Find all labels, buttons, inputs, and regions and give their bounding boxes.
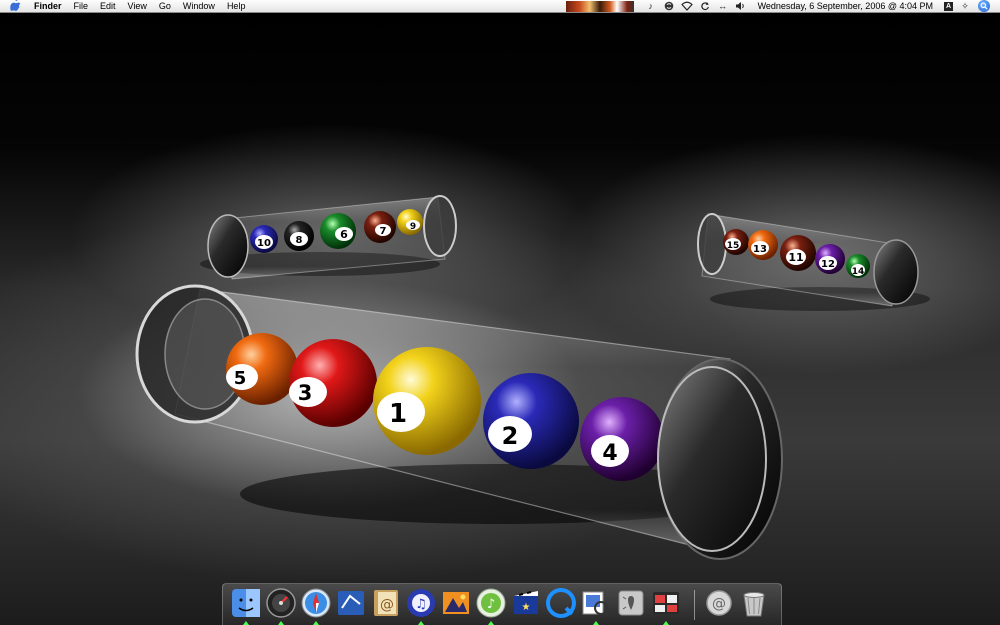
address-book-icon[interactable]: @: [371, 588, 401, 618]
ball-number: 4: [602, 441, 617, 466]
wallpaper-billiard-tubes: 10 8 6 7 9 15 13 11 12 14 5 3 1 2 4: [135, 195, 930, 560]
svg-text:@: @: [380, 597, 394, 613]
ball-number: 10: [257, 238, 271, 249]
ball-number: 8: [296, 235, 303, 246]
ball-number: 12: [821, 259, 835, 270]
sync-icon[interactable]: [699, 1, 711, 12]
menu-view[interactable]: View: [122, 0, 153, 13]
imovie-icon[interactable]: ★: [511, 588, 541, 618]
menu-clock[interactable]: Wednesday, 6 September, 2006 @ 4:04 PM: [750, 1, 941, 11]
preview-icon[interactable]: [581, 588, 611, 618]
dashboard-icon[interactable]: [266, 588, 296, 618]
svg-text:♫: ♫: [415, 597, 427, 612]
safari-icon[interactable]: [301, 588, 331, 618]
wifi-icon[interactable]: [680, 1, 693, 12]
iphoto-icon[interactable]: [441, 588, 471, 618]
network-arrows-icon[interactable]: ↔: [717, 1, 729, 12]
ball-number: 13: [753, 244, 767, 255]
menu-edit[interactable]: Edit: [94, 0, 122, 13]
menu-finder[interactable]: Finder: [30, 0, 68, 13]
menu-window[interactable]: Window: [177, 0, 221, 13]
mail-icon[interactable]: [336, 588, 366, 618]
ball-number: 1: [389, 399, 407, 429]
svg-text:★: ★: [522, 602, 531, 613]
volume-icon[interactable]: [735, 1, 747, 12]
menu-help[interactable]: Help: [221, 0, 252, 13]
input-menu-icon[interactable]: A: [944, 1, 953, 11]
ball-number: 7: [380, 226, 387, 237]
svg-text:♪: ♪: [487, 597, 495, 612]
trash-icon[interactable]: [739, 588, 769, 618]
script-icon[interactable]: [663, 1, 675, 12]
running-indicator: [313, 621, 319, 625]
system-preferences-icon[interactable]: [616, 588, 646, 618]
ball-number: 2: [502, 422, 519, 450]
svg-text:@: @: [712, 596, 726, 612]
ball-number: 3: [298, 381, 313, 405]
itunes-note-icon[interactable]: ♪: [645, 1, 657, 12]
running-indicator: [278, 621, 284, 625]
running-indicator: [663, 621, 669, 625]
ball-number: 6: [340, 228, 348, 241]
menu-file[interactable]: File: [68, 0, 95, 13]
desktop: 10 8 6 7 9 15 13 11 12 14 5 3 1 2 4: [0, 14, 1000, 625]
dock-separator: [694, 590, 695, 620]
spotlight-icon[interactable]: [978, 0, 990, 12]
menu-bar: Finder File Edit View Go Window Help ♪ ↔…: [0, 0, 1000, 13]
now-playing-artwork[interactable]: [565, 0, 634, 12]
menu-go[interactable]: Go: [153, 0, 177, 13]
ball-number: 11: [788, 251, 803, 264]
running-indicator: [243, 621, 249, 625]
menu-extras: ♪ ↔ Wednesday, 6 September, 2006 @ 4:04 …: [565, 0, 1000, 13]
apple-menu-icon[interactable]: [10, 0, 22, 12]
dock: @ ♫ ♪ ★ @: [222, 583, 782, 625]
ball-number: 15: [727, 241, 740, 251]
mail-downloads-folder-icon[interactable]: @: [704, 588, 734, 618]
photo-booth-icon[interactable]: [651, 588, 681, 618]
running-indicator: [418, 621, 424, 625]
quicktime-icon[interactable]: [546, 588, 576, 618]
running-indicator: [593, 621, 599, 625]
itunes-icon[interactable]: ♫: [406, 588, 436, 618]
display-icon[interactable]: ✧: [959, 1, 971, 12]
itunes-music-icon[interactable]: ♪: [476, 588, 506, 618]
running-indicator: [488, 621, 494, 625]
ball-number: 9: [410, 222, 416, 232]
ball-number: 14: [852, 267, 865, 277]
ball-number: 5: [234, 368, 247, 389]
finder-icon[interactable]: [231, 588, 261, 618]
